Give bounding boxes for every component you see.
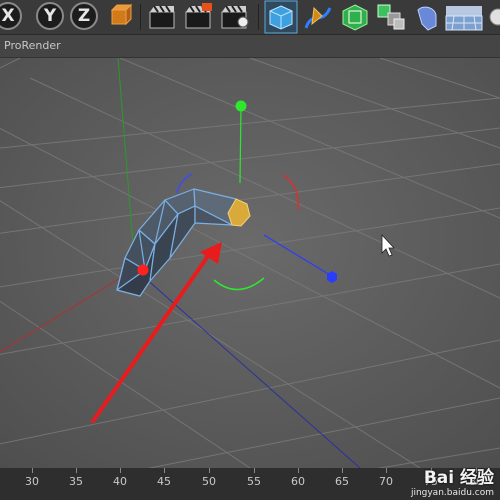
timeline-tick (164, 468, 165, 473)
object-y-axis-handle[interactable] (235, 100, 247, 112)
subdivision-surface-icon[interactable] (338, 0, 372, 34)
cube-primitive-icon[interactable] (264, 0, 298, 34)
render-to-picture-viewer-icon[interactable] (182, 0, 214, 34)
viewport-canvas[interactable] (0, 57, 500, 479)
perspective-viewport[interactable] (0, 57, 500, 479)
timeline-tick (342, 468, 343, 473)
timeline-tick-label: 60 (291, 475, 305, 488)
viewport-title: ProRender (4, 39, 61, 52)
light-icon[interactable] (484, 0, 500, 34)
watermark-url: jingyan.baidu.com (410, 488, 494, 498)
timeline-tick-label: 30 (25, 475, 39, 488)
x-axis-lock-button[interactable]: X (0, 2, 22, 30)
watermark: Bai 经验 jingyan.baidu.com (411, 463, 494, 498)
timeline-tick (386, 468, 387, 473)
deformer-bend-icon[interactable] (410, 0, 444, 34)
timeline-ruler[interactable]: 30 35 40 45 50 55 60 65 70 75 80 Bai 经验 … (0, 468, 500, 500)
timeline-tick (120, 468, 121, 473)
toolbar-separator (258, 4, 259, 30)
timeline-tick (32, 468, 33, 473)
array-clone-icon[interactable] (374, 0, 408, 34)
pen-spline-icon[interactable] (300, 0, 334, 34)
watermark-brand: Bai 经验 (423, 468, 494, 488)
timeline-tick-label: 40 (113, 475, 127, 488)
timeline-tick-label: 45 (157, 475, 171, 488)
timeline-tick-label: 50 (202, 475, 216, 488)
timeline-tick-label: 65 (335, 475, 349, 488)
z-axis-lock-button[interactable]: Z (70, 2, 98, 30)
main-toolbar: X Y Z (0, 0, 500, 35)
object-x-axis-handle[interactable] (137, 264, 149, 276)
timeline-tick (254, 468, 255, 473)
timeline-tick-label: 35 (69, 475, 83, 488)
timeline-tick-label: 55 (247, 475, 261, 488)
y-axis-lock-button[interactable]: Y (36, 2, 64, 30)
timeline-tick-label: 70 (379, 475, 393, 488)
timeline-tick (76, 468, 77, 473)
render-view-icon[interactable] (146, 0, 178, 34)
viewport-title-bar: ProRender (0, 35, 500, 58)
toolbar-separator (140, 4, 141, 30)
timeline-tick (298, 468, 299, 473)
render-settings-icon[interactable] (218, 0, 250, 34)
floor-scene-icon[interactable] (444, 0, 484, 34)
coordinate-system-icon[interactable] (104, 0, 136, 34)
timeline-tick (209, 468, 210, 473)
